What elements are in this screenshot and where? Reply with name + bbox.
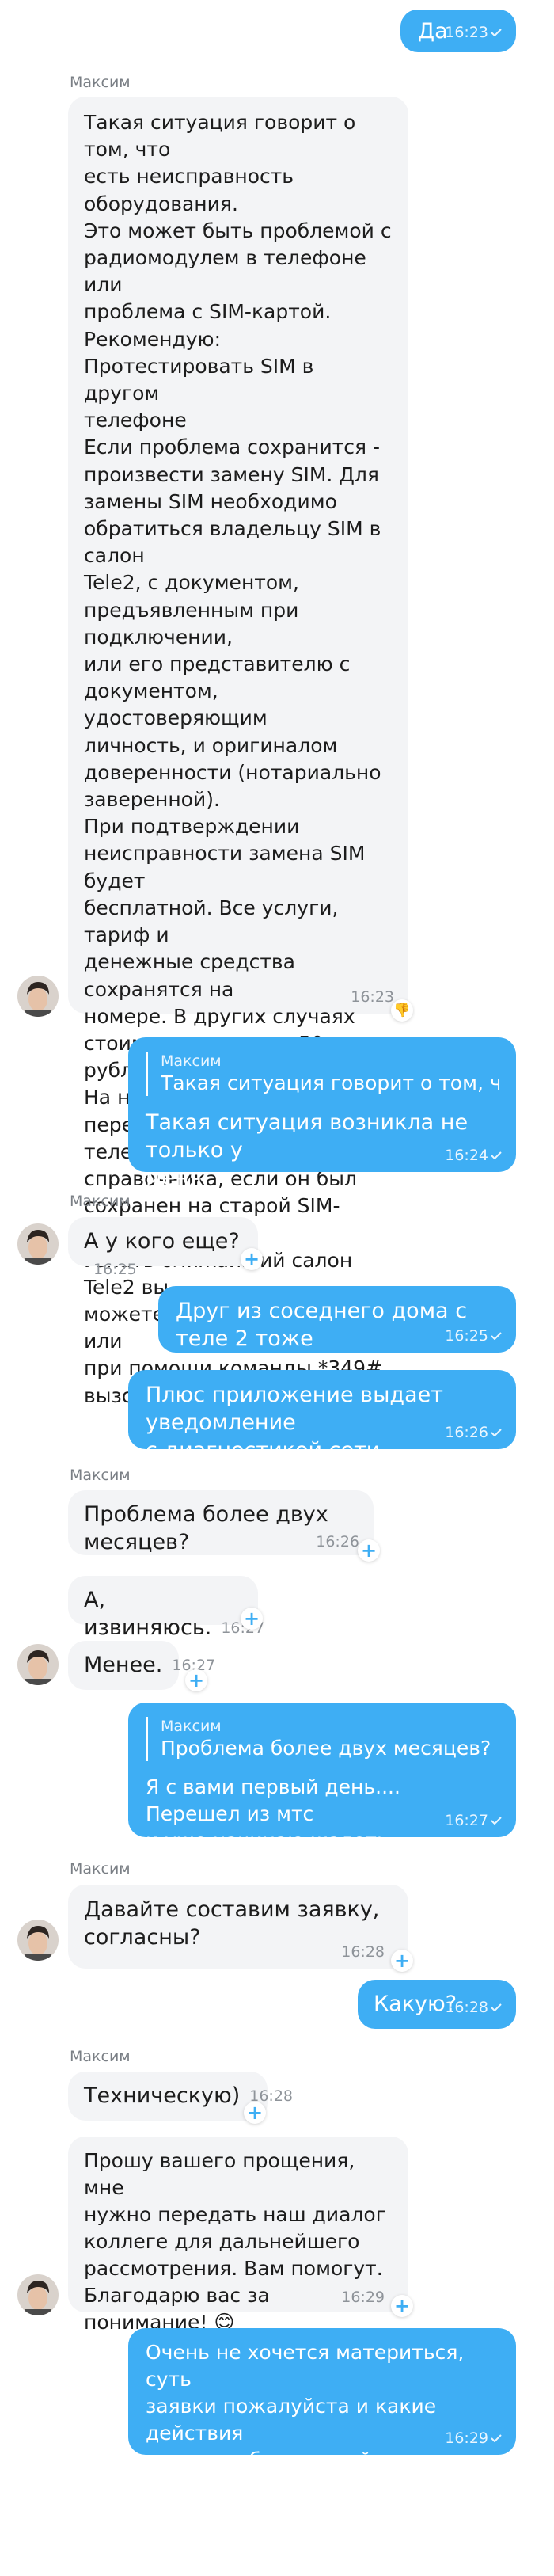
operator-avatar [17, 1920, 59, 1961]
operator-avatar [17, 1223, 59, 1265]
check-icon [491, 2003, 502, 2011]
plus-icon[interactable]: + [185, 1669, 207, 1691]
message-text: Техническую) [84, 2083, 241, 2108]
message-text: Очень не хочется материться, суть заявки… [146, 2341, 465, 2498]
message-time: 16:26 [316, 1533, 359, 1551]
quote-author: Максим [161, 1718, 222, 1735]
message-time: 16:29 [445, 2430, 502, 2447]
message-time: 16:26 [445, 1424, 502, 1441]
message-text: Плюс приложение выдает уведомление с диа… [146, 1383, 443, 1463]
outgoing-message[interactable]: Максим Проблема более двух месяцев? Я с … [128, 1703, 516, 1852]
incoming-message[interactable]: А у кого еще? 16:25 [68, 1217, 258, 1278]
check-icon [491, 1151, 502, 1159]
quote-text: Проблема более двух месяцев? [161, 1737, 491, 1760]
message-time: 16:28 [445, 1999, 502, 2016]
message-text: А, извиняюсь. [84, 1588, 212, 1640]
message-time: 16:24 [445, 1147, 502, 1164]
message-time: 16:28 [341, 1943, 385, 1961]
outgoing-message[interactable]: Друг из соседнего дома с теле 2 тоже 16:… [158, 1286, 516, 1353]
plus-icon[interactable]: + [241, 1608, 263, 1630]
chat-thread: Да 16:23 Максим Такая ситуация говорит о… [0, 0, 554, 2576]
check-icon [491, 29, 502, 36]
message-text: А у кого еще? [84, 1229, 240, 1254]
incoming-message[interactable]: Менее. 16:27 [68, 1641, 215, 1690]
incoming-message[interactable]: Проблема более двух месяцев? 16:26 [68, 1490, 374, 1555]
plus-icon[interactable]: + [241, 1248, 263, 1270]
message-text: Менее. [84, 1653, 163, 1677]
outgoing-message[interactable]: Какую? 16:28 [358, 1980, 516, 2029]
message-text: Да [418, 19, 448, 44]
operator-avatar [17, 976, 59, 1017]
quote-text: Такая ситуация говорит о том, что ес... [161, 1071, 499, 1094]
outgoing-message[interactable]: Плюс приложение выдает уведомление с диа… [128, 1370, 516, 1463]
quoted-message[interactable]: Максим Проблема более двух месяцев? [146, 1717, 499, 1761]
outgoing-message[interactable]: Очень не хочется материться, суть заявки… [128, 2328, 516, 2498]
message-text: Прошу вашего прощения, мне нужно передат… [84, 2149, 386, 2334]
incoming-message[interactable]: Такая ситуация говорит о том, что есть н… [68, 97, 408, 1407]
incoming-message[interactable]: Давайте составим заявку, согласны? 16:28 [68, 1885, 408, 1969]
check-icon [491, 1332, 502, 1340]
message-time: 16:25 [445, 1327, 502, 1345]
plus-icon[interactable]: + [358, 1539, 380, 1562]
outgoing-message[interactable]: Максим Такая ситуация говорит о том, что… [128, 1037, 516, 1190]
thumbs-down-icon[interactable]: 👎 [391, 999, 413, 1022]
plus-icon[interactable]: + [391, 2295, 413, 2317]
plus-icon[interactable]: + [244, 2102, 266, 2124]
check-icon [491, 1817, 502, 1825]
message-text: Такая ситуация говорит о том, что есть н… [84, 111, 392, 1407]
incoming-message[interactable]: Техническую) 16:28 [68, 2072, 293, 2121]
sender-name: Максим [70, 74, 131, 91]
sender-name: Максим [70, 1193, 131, 1210]
sender-name: Максим [70, 2048, 131, 2065]
operator-avatar [17, 1644, 59, 1685]
message-time: 16:23 [445, 24, 502, 41]
outgoing-message[interactable]: Да 16:23 [400, 10, 516, 52]
sender-name: Максим [70, 1860, 131, 1878]
message-time: 16:23 [351, 988, 394, 1006]
quoted-message[interactable]: Максим Такая ситуация говорит о том, что… [146, 1052, 499, 1096]
sender-name: Максим [70, 1467, 131, 1484]
incoming-message[interactable]: А, извиняюсь. 16:27 [68, 1576, 264, 1640]
quote-author: Максим [161, 1052, 222, 1070]
message-time: 16:27 [445, 1812, 502, 1829]
operator-avatar [17, 2274, 59, 2315]
incoming-message[interactable]: Прошу вашего прощения, мне нужно передат… [68, 2137, 408, 2334]
message-time: 16:29 [341, 2289, 385, 2306]
message-time: 16:25 [93, 1261, 137, 1278]
plus-icon[interactable]: + [391, 1950, 413, 1972]
check-icon [491, 2434, 502, 2442]
check-icon [491, 1429, 502, 1436]
